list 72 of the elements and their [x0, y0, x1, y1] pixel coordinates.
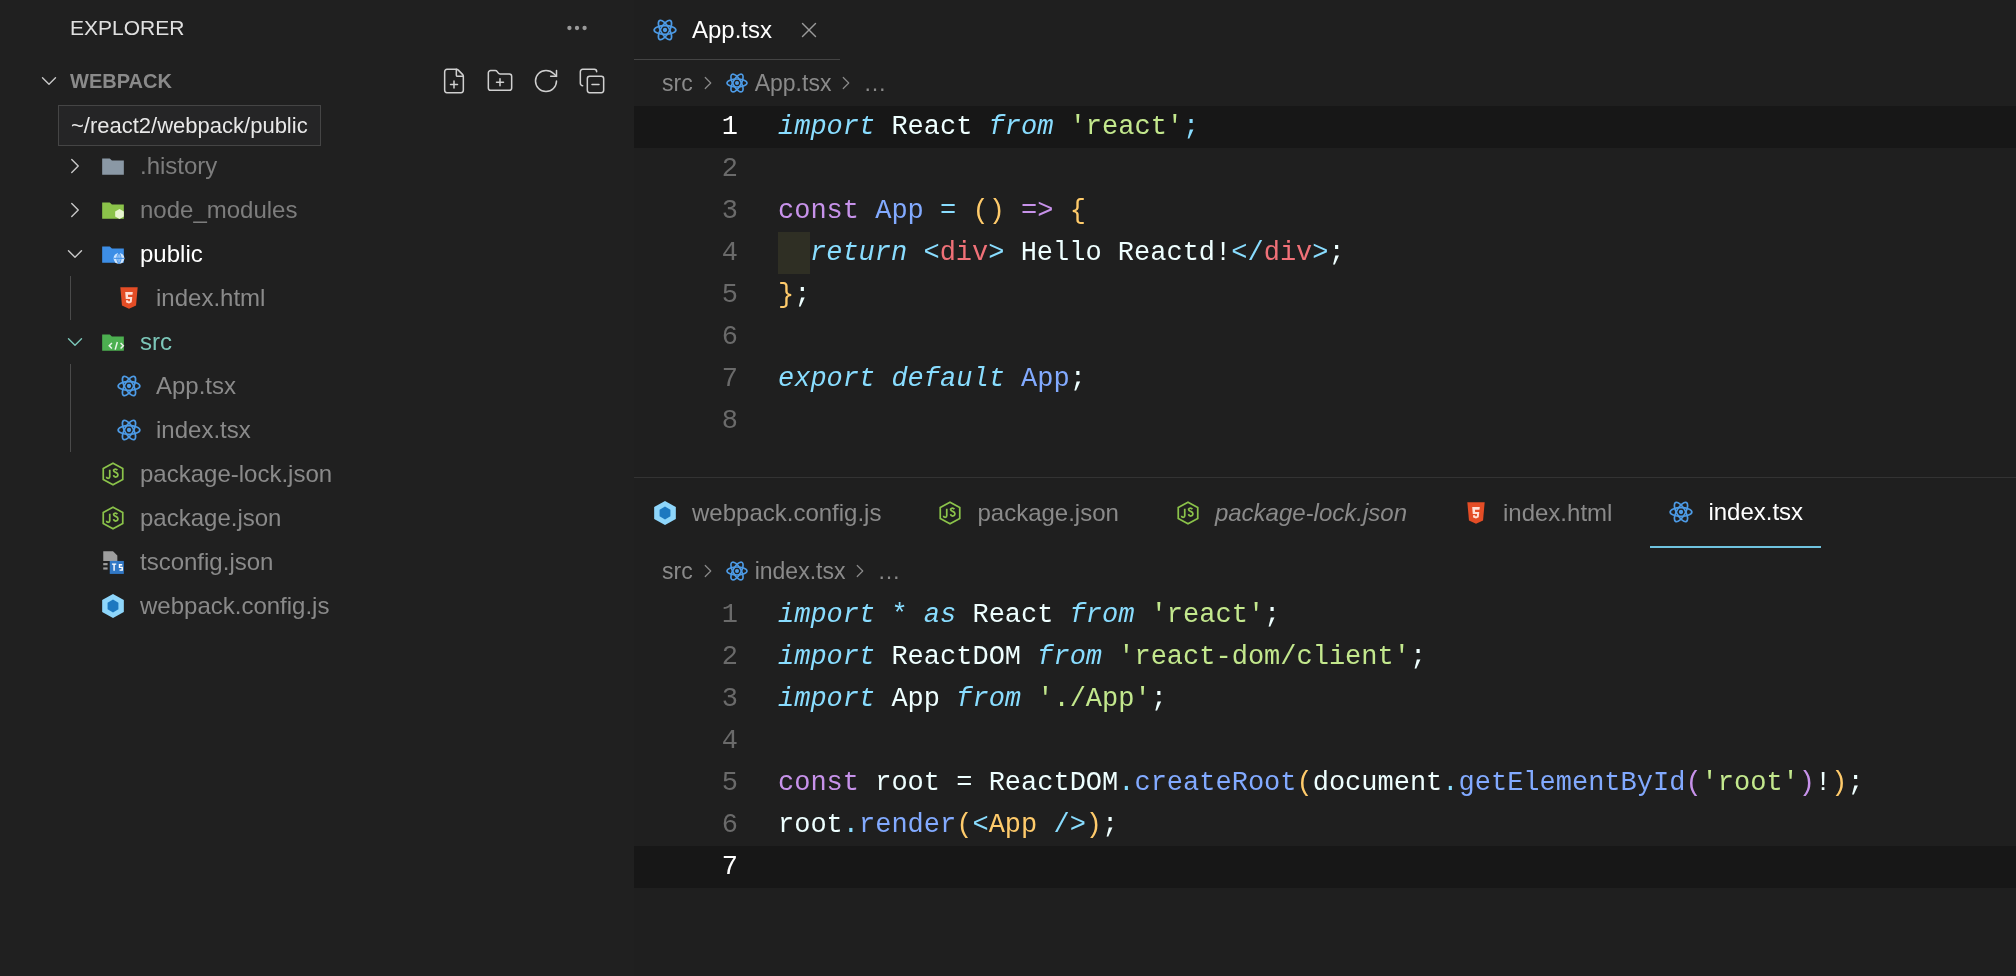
- breadcrumb-item[interactable]: src: [662, 553, 693, 589]
- line-number: 1: [720, 598, 738, 632]
- tree-item-label[interactable]: src: [140, 324, 172, 360]
- code-line: import * as React from 'react';: [778, 598, 1281, 632]
- hexagon-icon: [937, 500, 964, 526]
- editor-tab[interactable]: package-lock.json: [1156, 478, 1425, 548]
- atom-icon: [724, 71, 749, 95]
- hexagon-icon: [100, 461, 126, 487]
- tab-label: index.html: [1503, 498, 1613, 528]
- cube-icon: [100, 593, 126, 619]
- tab-label: package.json: [977, 498, 1119, 528]
- atom-icon: [116, 417, 142, 443]
- code-line: import React from 'react';: [778, 110, 1200, 144]
- tree-item-label[interactable]: package-lock.json: [140, 456, 333, 492]
- line-number: 7: [720, 362, 738, 396]
- tab-label: App.tsx: [692, 14, 773, 45]
- hexagon-icon: [100, 505, 126, 531]
- line-number: 3: [720, 682, 738, 716]
- panel-title: EXPLORER: [70, 15, 185, 42]
- tree-item-label[interactable]: index.html: [156, 280, 266, 316]
- breadcrumb-item[interactable]: …: [863, 65, 887, 101]
- tree-item-label[interactable]: .history: [140, 148, 218, 184]
- code-line: const root = ReactDOM.createRoot(document.getElementById('root')!);: [778, 766, 1864, 800]
- tree-item-label[interactable]: App.tsx: [156, 368, 237, 404]
- section-title[interactable]: WEBPACK: [70, 66, 172, 96]
- code-line: const App = () => {: [778, 194, 1086, 228]
- editor-tab[interactable]: package.json: [919, 478, 1137, 548]
- tree-item-label[interactable]: webpack.config.js: [140, 588, 330, 624]
- atom-icon: [652, 16, 678, 43]
- line-number: 3: [720, 194, 738, 228]
- line-number: 4: [720, 236, 738, 270]
- tree-item-label[interactable]: node_modules: [140, 192, 298, 228]
- line-number: 6: [720, 320, 738, 354]
- atom-icon: [116, 373, 142, 399]
- tree-item-label[interactable]: index.tsx: [156, 412, 251, 448]
- editor-tab[interactable]: index.tsx: [1650, 478, 1822, 548]
- refresh-icon[interactable]: [532, 67, 560, 95]
- line-number: 1: [720, 110, 738, 144]
- code-line: import ReactDOM from 'react-dom/client';: [778, 640, 1427, 674]
- line-number: 5: [720, 278, 738, 312]
- line-number: 2: [720, 640, 738, 674]
- tree-item-label[interactable]: public: [140, 236, 203, 272]
- tree-item-label[interactable]: tsconfig.json: [140, 544, 274, 580]
- atom-icon: [1668, 499, 1695, 525]
- tree-item-label[interactable]: package.json: [140, 500, 282, 536]
- line-number: 7: [720, 850, 738, 884]
- config-file-icon: [100, 549, 126, 575]
- line-number: 6: [720, 808, 738, 842]
- editor-tab[interactable]: index.html: [1445, 478, 1631, 548]
- breadcrumb-item[interactable]: index.tsx: [754, 553, 846, 589]
- hexagon-icon: [1174, 500, 1201, 526]
- line-number: 2: [720, 152, 738, 186]
- line-number: 5: [720, 766, 738, 800]
- line-number: 4: [720, 724, 738, 758]
- code-line: export default App;: [778, 362, 1086, 396]
- code-line: import App from './App';: [778, 682, 1167, 716]
- line-number: 8: [720, 404, 738, 438]
- editor-tab[interactable]: webpack.config.js: [634, 478, 900, 548]
- path-tooltip: ~/react2/webpack/public: [58, 104, 321, 146]
- code-line: root.render(<App />);: [778, 808, 1119, 842]
- tab-label: index.tsx: [1708, 497, 1804, 527]
- code-line: };: [778, 278, 811, 312]
- editor-tab[interactable]: App.tsx: [634, 0, 841, 60]
- code-line: return <div> Hello Reactd!</div>;: [810, 236, 1345, 270]
- tab-label: webpack.config.js: [692, 498, 882, 528]
- atom-icon: [724, 559, 749, 583]
- breadcrumb-item[interactable]: src: [662, 65, 693, 101]
- collapse-all-icon[interactable]: [578, 67, 606, 95]
- breadcrumb-item[interactable]: …: [877, 553, 901, 589]
- tab-label: package-lock.json: [1214, 498, 1407, 528]
- cube-icon: [652, 500, 678, 526]
- breadcrumb-item[interactable]: App.tsx: [754, 65, 832, 101]
